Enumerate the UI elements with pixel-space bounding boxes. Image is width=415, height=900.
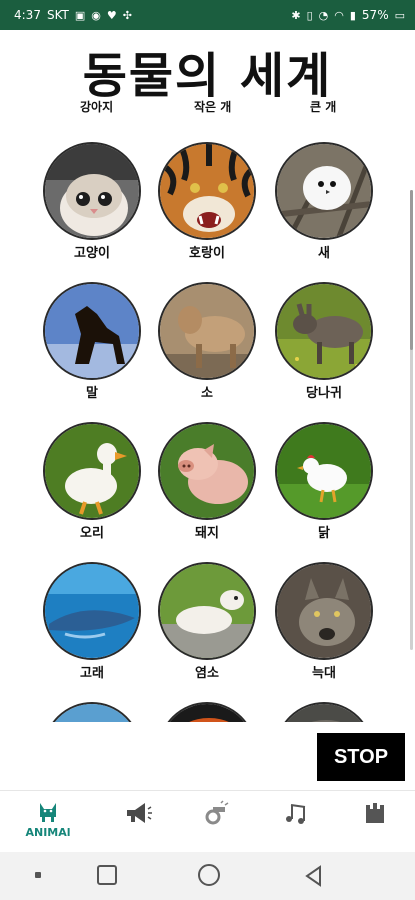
animal-item-bird[interactable]: 새 xyxy=(269,136,379,266)
animal-item-partial-1[interactable] xyxy=(37,696,147,722)
fox-photo[interactable] xyxy=(158,702,256,722)
animal-grid: 고양이 호랑이 새 말 소 당나귀 오리 돼지 닭 고래 염소 늑대 xyxy=(0,130,415,722)
animal-label-wolf: 늑대 xyxy=(312,666,336,681)
stop-button[interactable]: STOP xyxy=(317,733,405,781)
animal-label-horse: 말 xyxy=(86,386,98,401)
settings-small-icon: ✣ xyxy=(122,8,132,22)
animal-label-tiger: 호랑이 xyxy=(189,246,225,261)
bluetooth-icon: ✱ xyxy=(291,8,301,22)
animal-label-goat: 염소 xyxy=(195,666,219,681)
cat-icon xyxy=(40,803,56,822)
status-carrier: SKT xyxy=(46,8,69,22)
animal-item-donkey[interactable]: 당나귀 xyxy=(269,276,379,406)
heart-icon: ♥ xyxy=(106,8,117,22)
wolf-photo[interactable] xyxy=(275,562,373,660)
animal-item-partial-3[interactable] xyxy=(269,696,379,722)
category-tabs: 강아지 작은 개 큰 개 xyxy=(0,98,415,120)
donkey-photo[interactable] xyxy=(275,282,373,380)
home-circle-icon[interactable] xyxy=(198,864,220,886)
scrollbar-thumb[interactable] xyxy=(410,190,413,350)
dolphin-photo[interactable] xyxy=(43,702,141,722)
status-bar: 4:37 SKT ▣ ◉ ♥ ✣ ✱ ▯ ◔ ◠ ▮ 57% ▭ xyxy=(0,0,415,30)
animal-item-whale[interactable]: 고래 xyxy=(37,556,147,686)
gallery-icon: ▣ xyxy=(74,8,86,22)
tab-puppy[interactable]: 강아지 xyxy=(80,98,113,115)
megaphone-icon xyxy=(127,803,152,823)
animal-item-cat[interactable]: 고양이 xyxy=(37,136,147,266)
tab-small-dog[interactable]: 작은 개 xyxy=(194,98,231,115)
nav-item-whistle[interactable] xyxy=(186,799,246,849)
cow-photo[interactable] xyxy=(158,282,256,380)
animal-item-cow[interactable]: 소 xyxy=(152,276,262,406)
building-icon xyxy=(366,803,384,823)
animal-item-pig[interactable]: 돼지 xyxy=(152,416,262,546)
animal-label-cat: 고양이 xyxy=(74,246,110,261)
chicken-photo[interactable] xyxy=(275,422,373,520)
animal-item-duck[interactable]: 오리 xyxy=(37,416,147,546)
nav-item-music[interactable] xyxy=(266,799,326,849)
animal-item-partial-2[interactable] xyxy=(152,696,262,722)
alarm-icon: ◔ xyxy=(318,8,329,22)
animal-item-horse[interactable]: 말 xyxy=(37,276,147,406)
status-left: 4:37 SKT ▣ ◉ ♥ ✣ xyxy=(14,8,132,22)
bird-photo[interactable] xyxy=(275,142,373,240)
nav-label-animal: ANIMAl xyxy=(25,826,71,839)
animal-label-pig: 돼지 xyxy=(195,526,219,541)
tab-big-dog[interactable]: 큰 개 xyxy=(310,98,336,115)
bottom-nav: ANIMAl xyxy=(0,790,415,852)
cat-photo[interactable] xyxy=(43,142,141,240)
app-title: 동물의 세계 xyxy=(82,48,333,104)
overview-square-icon[interactable] xyxy=(97,865,117,885)
tiger-photo[interactable] xyxy=(158,142,256,240)
nav-item-animal[interactable]: ANIMAl xyxy=(18,799,78,849)
animal-item-goat[interactable]: 염소 xyxy=(152,556,262,686)
animal-label-whale: 고래 xyxy=(80,666,104,681)
system-nav-bar xyxy=(0,852,415,900)
status-time: 4:37 xyxy=(14,8,41,22)
vibrate-icon: ▯ xyxy=(306,8,313,22)
duck-photo[interactable] xyxy=(43,422,141,520)
nav-item-building[interactable] xyxy=(345,799,405,849)
signal-icon: ▮ xyxy=(349,8,356,22)
animal-label-duck: 오리 xyxy=(80,526,104,541)
animal-label-chicken: 닭 xyxy=(318,526,330,541)
goat-photo[interactable] xyxy=(158,562,256,660)
animal-label-bird: 새 xyxy=(318,246,330,261)
nav-item-megaphone[interactable] xyxy=(108,799,168,849)
whale-photo[interactable] xyxy=(43,562,141,660)
status-right: ✱ ▯ ◔ ◠ ▮ 57% ▭ xyxy=(291,8,405,22)
animal-item-wolf[interactable]: 늑대 xyxy=(269,556,379,686)
recents-dot-icon[interactable] xyxy=(35,872,41,878)
music-notes-icon xyxy=(286,804,306,824)
pig-photo[interactable] xyxy=(158,422,256,520)
wifi-icon: ◠ xyxy=(334,8,344,22)
battery-level: 57% xyxy=(361,8,389,22)
animal-label-cow: 소 xyxy=(201,386,213,401)
whistle-icon xyxy=(205,800,229,825)
horse-photo[interactable] xyxy=(43,282,141,380)
battery-icon: ▭ xyxy=(394,8,405,22)
back-triangle-icon[interactable] xyxy=(303,864,323,888)
animal-item-chicken[interactable]: 닭 xyxy=(269,416,379,546)
animal-item-tiger[interactable]: 호랑이 xyxy=(152,136,262,266)
animal-label-donkey: 당나귀 xyxy=(306,386,342,401)
animal-partial-photo[interactable] xyxy=(275,702,373,722)
notification-icon: ◉ xyxy=(91,8,101,22)
